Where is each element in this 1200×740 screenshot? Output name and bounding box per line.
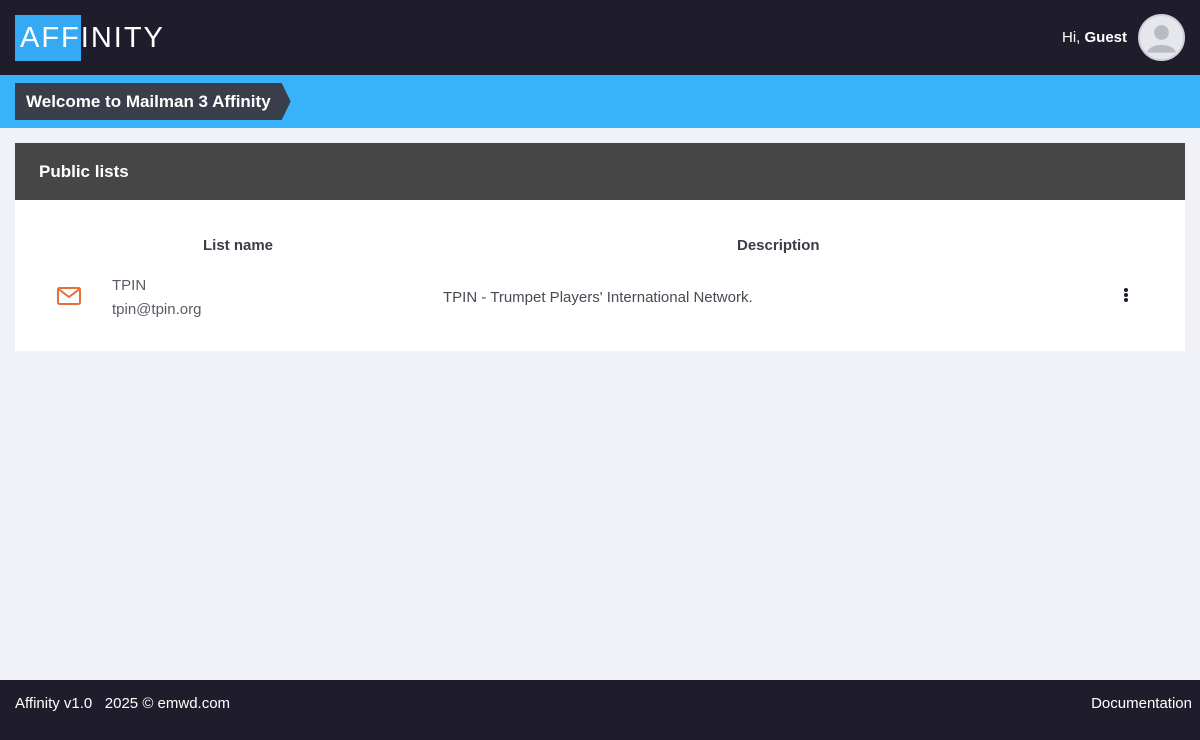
welcome-banner: Welcome to Mailman 3 Affinity: [0, 75, 1200, 128]
table-row[interactable]: TPIN tpin@tpin.org TPIN - Trumpet Player…: [15, 271, 1185, 327]
affinity-logo[interactable]: AFF INITY: [15, 15, 165, 61]
footer-copyright: 2025 © emwd.com: [104, 695, 231, 712]
card-title: Public lists: [15, 143, 1185, 200]
greeting-username: Guest: [1084, 29, 1127, 46]
footer-version: Affinity v1.0: [15, 695, 93, 712]
list-name[interactable]: TPIN: [112, 277, 146, 294]
user-greeting: Hi, Guest: [1062, 29, 1127, 46]
column-header-list-name: List name: [203, 237, 274, 254]
kebab-dot: [1124, 298, 1128, 302]
kebab-menu-icon[interactable]: [1120, 287, 1132, 309]
documentation-link[interactable]: Documentation: [1091, 695, 1192, 712]
greeting-prefix: Hi,: [1061, 29, 1085, 46]
logo-rest: INITY: [80, 21, 165, 54]
list-address[interactable]: tpin@tpin.org: [112, 301, 201, 318]
public-lists-card: Public lists List name Description TPIN …: [15, 143, 1185, 351]
page-footer: Affinity v1.0 2025 © emwd.com Documentat…: [0, 680, 1200, 740]
column-header-description: Description: [737, 237, 820, 254]
envelope-icon[interactable]: [57, 287, 81, 305]
user-avatar-icon[interactable]: [1138, 14, 1185, 61]
logo-highlight: AFF: [15, 15, 81, 61]
footer-info: Affinity v1.0 2025 © emwd.com: [15, 695, 230, 712]
list-description: TPIN - Trumpet Players' International Ne…: [443, 289, 753, 306]
kebab-dot: [1124, 288, 1128, 292]
kebab-dot: [1124, 293, 1128, 297]
avatar-silhouette: [1147, 25, 1176, 53]
top-navbar: AFF INITY Hi, Guest: [0, 0, 1200, 75]
breadcrumb-title: Welcome to Mailman 3 Affinity: [15, 83, 291, 120]
